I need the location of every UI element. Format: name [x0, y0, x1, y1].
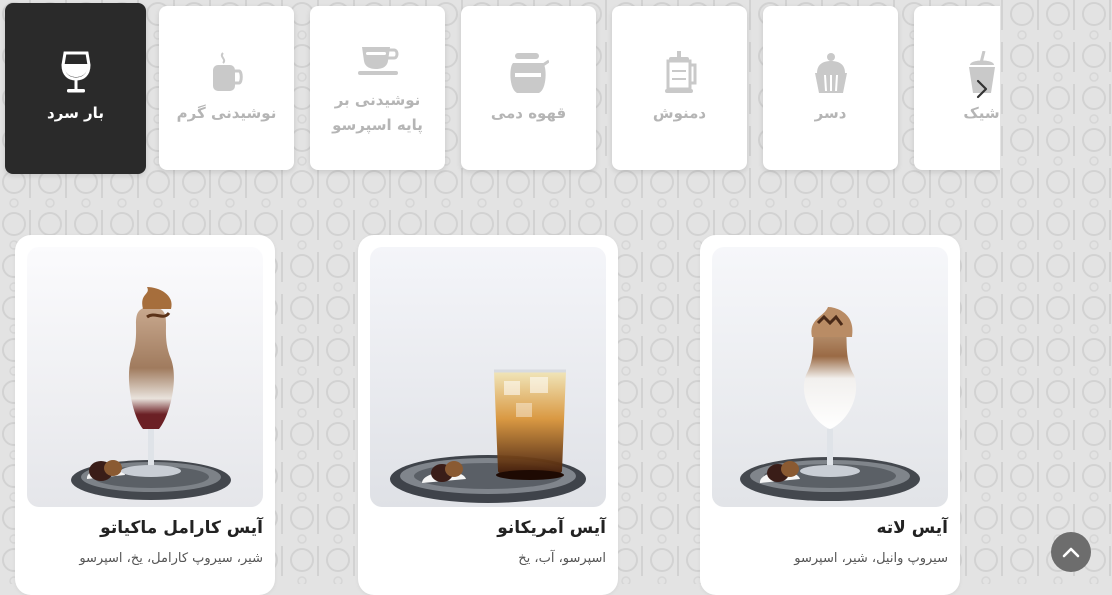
- product-name: آیس کارامل ماکیاتو: [100, 518, 263, 538]
- category-cold-bar[interactable]: بار سرد: [5, 3, 146, 174]
- product-image: [712, 247, 948, 507]
- category-label: بار سرد: [47, 104, 104, 122]
- product-card[interactable]: آیس کارامل ماکیاتو شیر، سیروپ کارامل، یخ…: [15, 235, 275, 595]
- category-hot-drinks[interactable]: نوشیدنی گرم: [159, 6, 294, 170]
- product-image: [370, 247, 606, 507]
- category-espresso-based[interactable]: نوشیدنی بر پایه اسپرسو: [310, 6, 445, 170]
- product-description: شیر، سیروپ کارامل، یخ، اسپرسو: [79, 551, 263, 566]
- category-brewed-coffee[interactable]: قهوه دمی: [461, 6, 596, 170]
- carousel-next-button[interactable]: [970, 74, 994, 104]
- category-carousel: بار سرد نوشیدنی گرم نوشیدنی بر پایه اسپر…: [0, 0, 1000, 180]
- category-label: نوشیدنی بر پایه اسپرسو: [332, 91, 423, 134]
- category-label: شیک: [963, 103, 1000, 122]
- product-name: آیس آمریکانو: [497, 518, 606, 538]
- product-card[interactable]: آیس لاته سیروپ وانیل، شیر، اسپرسو: [700, 235, 960, 595]
- chevron-up-icon: [1062, 547, 1080, 558]
- coffee-pot-icon: [507, 51, 551, 95]
- category-dessert[interactable]: دسر: [763, 6, 898, 170]
- category-label: قهوه دمی: [490, 103, 567, 122]
- category-label: نوشیدنی گرم: [176, 103, 277, 122]
- category-label: دمنوش: [652, 103, 707, 122]
- product-description: سیروپ وانیل، شیر، اسپرسو: [794, 551, 948, 566]
- category-herbal-tea[interactable]: دمنوش: [612, 6, 747, 170]
- product-name: آیس لاته: [876, 518, 948, 538]
- hot-cup-icon: [205, 51, 249, 95]
- chevron-right-icon: [976, 79, 988, 99]
- category-label: دسر: [814, 103, 847, 122]
- wine-glass-icon: [54, 51, 98, 95]
- cupcake-icon: [809, 51, 853, 95]
- espresso-cup-icon: [356, 38, 400, 82]
- product-description: اسپرسو، آب، یخ: [518, 551, 606, 566]
- product-image: [27, 247, 263, 507]
- french-press-icon: [658, 50, 702, 95]
- product-card[interactable]: آیس آمریکانو اسپرسو، آب، یخ: [358, 235, 618, 595]
- scroll-to-top-button[interactable]: [1051, 532, 1091, 572]
